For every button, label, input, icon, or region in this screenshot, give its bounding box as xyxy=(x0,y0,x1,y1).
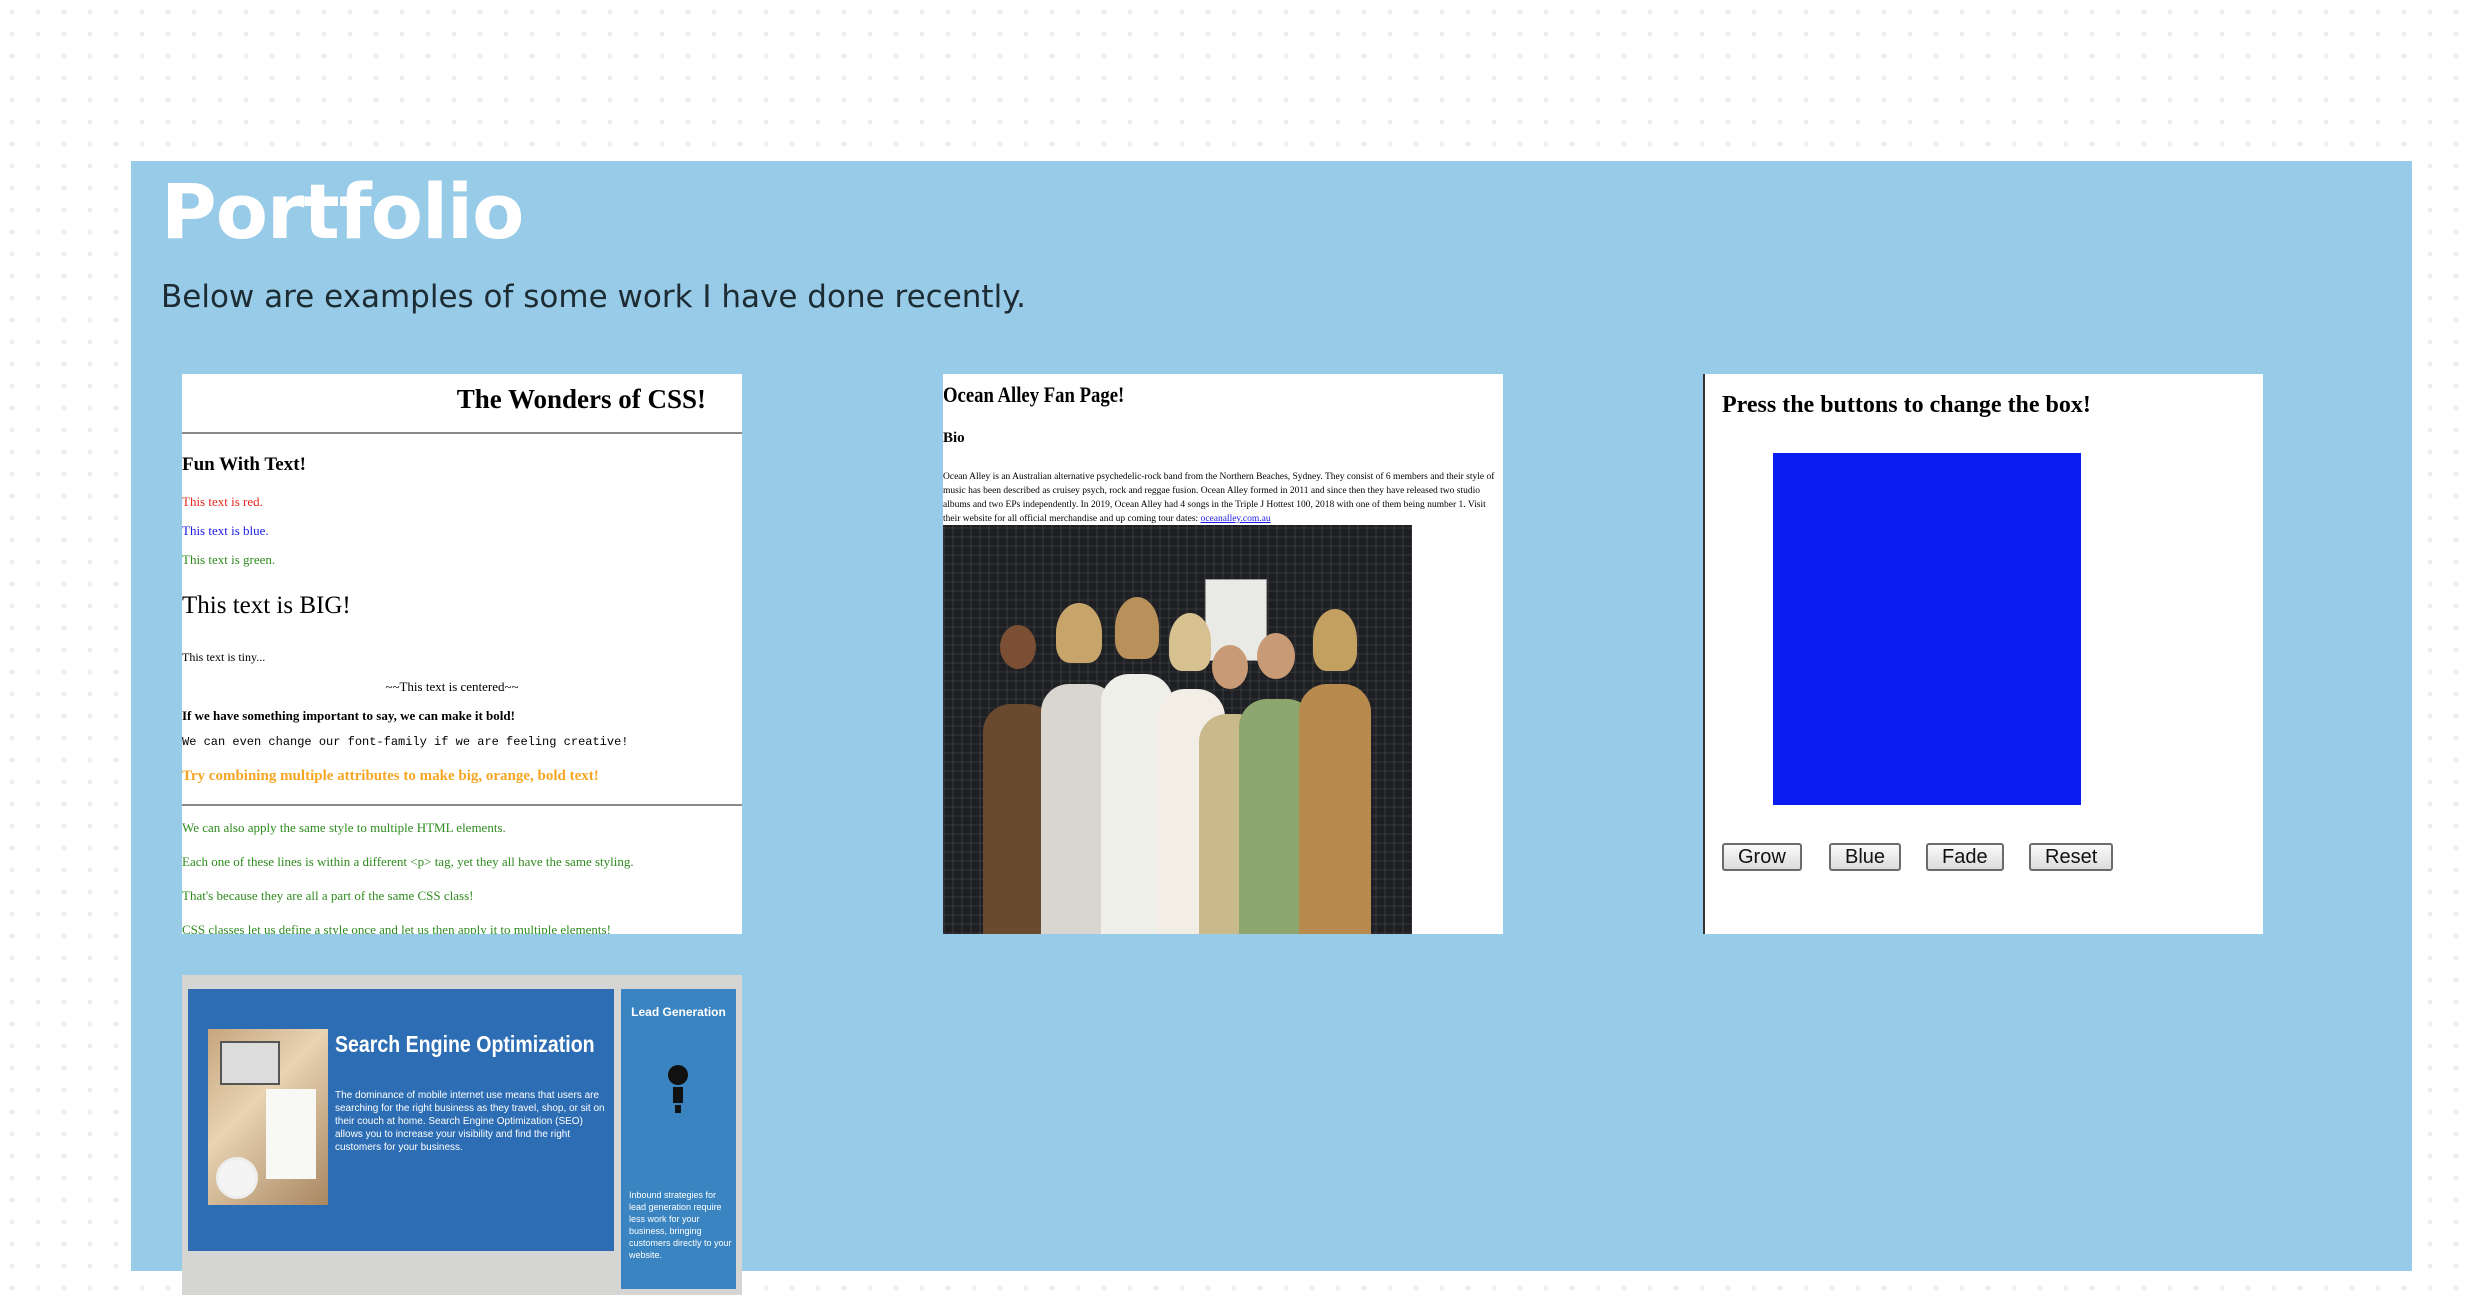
green-text: This text is green. xyxy=(182,552,276,567)
fade-button[interactable]: Fade xyxy=(1926,843,2004,871)
blue-text: This text is blue. xyxy=(182,523,269,538)
blue-button[interactable]: Blue xyxy=(1829,843,1902,871)
orange-text: Try combining multiple attributes to mak… xyxy=(182,768,599,784)
card-heading: Search Engine Optimization xyxy=(335,1031,595,1057)
project-card-seo[interactable]: Search Engine Optimization The dominance… xyxy=(182,975,742,1295)
website-link[interactable]: oceanalley.com.au xyxy=(1201,514,1271,524)
lead-generation-panel: Lead Generation Inbound strategies for l… xyxy=(621,989,736,1289)
portfolio-section: Portfolio Below are examples of some wor… xyxy=(131,161,2412,1295)
card-subheading: Fun With Text! xyxy=(182,454,306,475)
centered-text: ~~This text is centered~~ xyxy=(385,679,519,694)
side-heading: Lead Generation xyxy=(631,1005,726,1019)
green-line: CSS classes let us define a style once a… xyxy=(182,922,611,934)
card-heading: Press the buttons to change the box! xyxy=(1722,392,2091,418)
seo-paragraph: The dominance of mobile internet use mea… xyxy=(335,1090,605,1153)
bold-text: If we have something important to say, w… xyxy=(182,708,515,723)
green-line: We can also apply the same style to mult… xyxy=(182,820,506,835)
lightbulb-icon xyxy=(668,1065,688,1113)
green-line: Each one of these lines is within a diff… xyxy=(182,854,634,869)
bio-heading: Bio xyxy=(943,430,965,446)
divider xyxy=(182,804,742,806)
project-card-css-wonders[interactable]: The Wonders of CSS! Fun With Text! This … xyxy=(182,374,742,934)
reset-button[interactable]: Reset xyxy=(2029,843,2114,871)
mono-text: We can even change our font-family if we… xyxy=(182,735,629,749)
grow-button[interactable]: Grow xyxy=(1722,843,1802,871)
card-heading: Ocean Alley Fan Page! xyxy=(943,382,1125,407)
red-text: This text is red. xyxy=(182,494,263,509)
big-text: This text is BIG! xyxy=(182,592,351,619)
card-heading: The Wonders of CSS! xyxy=(456,384,706,414)
green-line: That's because they are all a part of th… xyxy=(182,888,474,903)
desk-image xyxy=(208,1029,328,1205)
page-title: Portfolio xyxy=(161,167,524,256)
project-card-box-game[interactable]: Press the buttons to change the box! Gro… xyxy=(1703,374,2263,934)
divider xyxy=(182,432,742,434)
project-card-ocean-alley[interactable]: Ocean Alley Fan Page! Bio Ocean Alley is… xyxy=(943,374,1503,934)
seo-banner: Search Engine Optimization The dominance… xyxy=(188,989,614,1251)
bio-paragraph: Ocean Alley is an Australian alternative… xyxy=(943,472,1495,524)
color-box xyxy=(1773,453,2081,805)
band-photo xyxy=(943,525,1412,934)
side-paragraph: Inbound strategies for lead generation r… xyxy=(629,1190,732,1260)
tiny-text: This text is tiny... xyxy=(182,650,266,664)
intro-text: Below are examples of some work I have d… xyxy=(161,279,1026,315)
